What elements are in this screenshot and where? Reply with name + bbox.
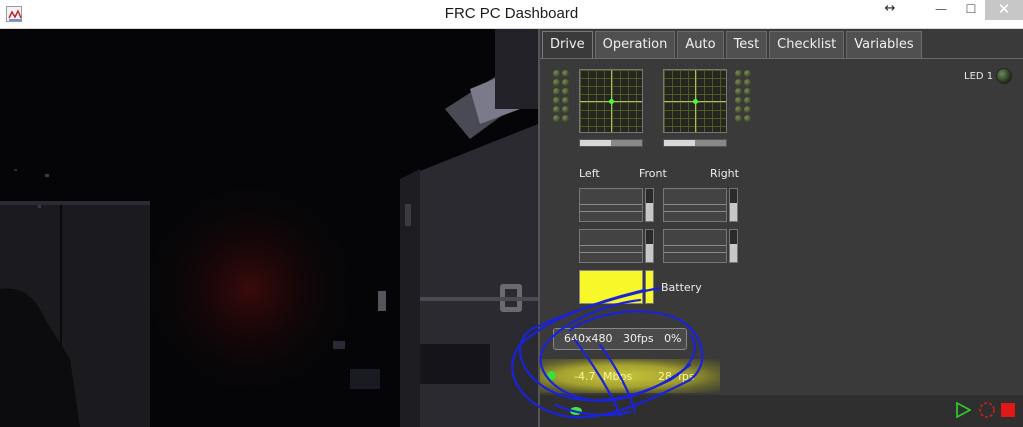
battery-level-bar: [645, 270, 654, 304]
button-indicator: [553, 115, 560, 122]
tab-checklist[interactable]: Checklist: [769, 31, 845, 58]
button-indicator: [735, 79, 742, 86]
tab-auto[interactable]: Auto: [677, 31, 724, 58]
motor-gauge-rear-right: [663, 229, 727, 263]
battery-label: Battery: [661, 281, 702, 294]
motor-bar-rear-left: [645, 229, 654, 263]
tab-bar: Drive Operation Auto Test Checklist Vari…: [542, 31, 924, 59]
battery-level-fill: [646, 271, 653, 303]
right-joystick-plot: [663, 69, 727, 133]
button-indicator: [562, 88, 569, 95]
motor-gauge-front-left: [579, 188, 643, 222]
camera-view[interactable]: [0, 29, 538, 427]
button-indicator: [553, 106, 560, 113]
front-label: Front: [639, 167, 667, 180]
throttle-fill: [580, 140, 611, 146]
button-indicator: [553, 88, 560, 95]
tab-test[interactable]: Test: [725, 31, 768, 58]
button-indicator: [744, 70, 751, 77]
bandwidth-unit: Mbps: [603, 370, 633, 383]
play-icon[interactable]: [955, 402, 971, 418]
left-joystick-plot: [579, 69, 643, 133]
record-icon[interactable]: [978, 401, 996, 419]
resize-arrow-icon: ↔: [884, 1, 896, 16]
tab-drive[interactable]: Drive: [542, 31, 593, 58]
throttle-fill: [664, 140, 695, 146]
left-joystick-buttons: [553, 70, 571, 124]
right-label: Right: [710, 167, 739, 180]
tab-divider: [540, 58, 1023, 59]
led1-indicator: [996, 68, 1012, 84]
bandwidth-value: -4.7: [574, 370, 596, 383]
battery-gauge: [579, 270, 643, 304]
button-indicator: [553, 79, 560, 86]
button-indicator: [735, 115, 742, 122]
button-indicator: [562, 79, 569, 86]
joystick-position-marker: [693, 99, 698, 104]
button-indicator: [562, 106, 569, 113]
window-title: FRC PC Dashboard: [444, 5, 579, 22]
button-indicator: [744, 115, 751, 122]
fps-unit: fps: [678, 370, 695, 383]
motor-gauge-rear-left: [579, 229, 643, 263]
left-label: Left: [579, 167, 600, 180]
bottom-control-bar: [540, 395, 1023, 427]
motor-bar-front-right: [729, 188, 738, 222]
button-indicator: [553, 97, 560, 104]
button-indicator: [553, 70, 560, 77]
motor-bar-front-left: [645, 188, 654, 222]
right-joystick-throttle-bar: [663, 139, 727, 147]
button-indicator: [744, 88, 751, 95]
button-indicator: [735, 88, 742, 95]
button-indicator: [744, 106, 751, 113]
led1-label: LED 1: [964, 71, 994, 82]
button-indicator: [735, 97, 742, 104]
close-button[interactable]: ✕: [985, 0, 1023, 20]
camera-status-led: [547, 371, 556, 380]
button-indicator: [735, 70, 742, 77]
minimize-button[interactable]: —: [928, 0, 954, 20]
button-indicator: [562, 70, 569, 77]
tab-operation[interactable]: Operation: [594, 31, 676, 58]
connection-led: [570, 407, 582, 415]
title-bar: FRC PC Dashboard ↔ — ☐ ✕: [0, 0, 1023, 29]
button-indicator: [735, 106, 742, 113]
button-indicator: [744, 79, 751, 86]
camera-status-row: -4.7 Mbps 28 fps: [540, 359, 720, 393]
button-indicator: [562, 97, 569, 104]
camera-settings-button[interactable]: 640x480 30fps 0%: [553, 328, 687, 350]
button-indicator: [562, 115, 569, 122]
joystick-position-marker: [609, 99, 614, 104]
stop-icon[interactable]: [1001, 403, 1015, 417]
right-joystick-buttons: [735, 70, 753, 124]
tab-variables[interactable]: Variables: [846, 31, 922, 58]
left-joystick-throttle-bar: [579, 139, 643, 147]
maximize-button[interactable]: ☐: [958, 0, 984, 20]
dashboard-panel: Drive Operation Auto Test Checklist Vari…: [538, 29, 1023, 427]
motor-gauge-front-right: [663, 188, 727, 222]
fps-value: 28: [658, 370, 672, 383]
button-indicator: [744, 97, 751, 104]
motor-bar-rear-right: [729, 229, 738, 263]
